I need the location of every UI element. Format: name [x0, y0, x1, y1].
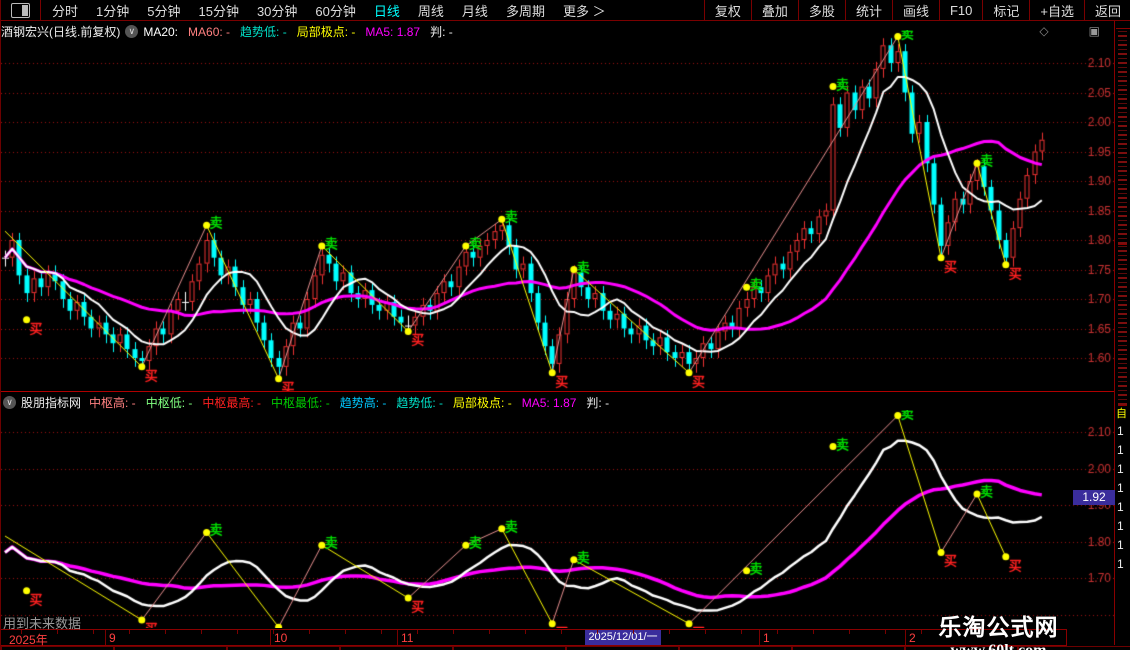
latest-value-badge: 1.92: [1073, 490, 1115, 505]
axis-tick: [273, 630, 274, 634]
month-label-9: 9: [109, 631, 116, 645]
legend-item: 中枢最低: -: [271, 396, 330, 410]
timeframe-tab-60分钟[interactable]: 60分钟: [306, 4, 364, 19]
month-label-1: 1: [763, 631, 770, 645]
month-separator: [397, 630, 398, 645]
sidebar-clipped-digits: 11111111: [1116, 422, 1130, 574]
timeframe-tab-多周期[interactable]: 多周期: [497, 4, 554, 19]
chevron-down-icon[interactable]: ∨: [3, 396, 16, 409]
axis-tick: [129, 630, 130, 634]
sidebar-clipped-label: 自: [1116, 406, 1130, 422]
axis-tick: [705, 630, 706, 634]
diamond-icon[interactable]: ◇: [1039, 24, 1048, 38]
timeframe-tab-周线[interactable]: 周线: [409, 4, 453, 19]
axis-tick: [597, 630, 598, 634]
timeframe-tab-月线[interactable]: 月线: [453, 4, 497, 19]
clipped-text-decoration: [1118, 29, 1127, 245]
timeframe-tab-1分钟[interactable]: 1分钟: [87, 4, 138, 19]
status-cell: [792, 646, 905, 650]
axis-tick: [525, 630, 526, 634]
axis-tick: [237, 630, 238, 634]
axis-tick: [813, 630, 814, 634]
axis-tick: [885, 630, 886, 634]
month-label-10: 10: [274, 631, 287, 645]
month-separator: [105, 630, 106, 645]
toolbar-button-F10[interactable]: F10: [939, 0, 982, 21]
clipped-right-sidebar: 自 11111111: [1116, 28, 1130, 631]
legend-item: MA5: 1.87: [522, 396, 577, 410]
legend-item: 中枢最高: -: [202, 396, 261, 410]
axis-tick: [165, 630, 166, 634]
toolbar-button-+自选[interactable]: +自选: [1029, 0, 1084, 21]
timeframe-tab-分时[interactable]: 分时: [43, 4, 87, 19]
axis-tick: [345, 630, 346, 634]
watermark-url: www.60lt.com: [891, 642, 1106, 650]
axis-tick: [309, 630, 310, 634]
month-label-11: 11: [401, 631, 413, 645]
legend-item: 趋势低: -: [396, 396, 443, 410]
status-cell: [340, 646, 453, 650]
axis-tick: [201, 630, 202, 634]
axis-tick: [453, 630, 454, 634]
panel-toggle-icon[interactable]: ▣: [1089, 24, 1100, 38]
watermark: 乐淘公式网 www.60lt.com: [891, 608, 1106, 650]
axis-tick: [669, 630, 670, 634]
status-cell: [453, 646, 566, 650]
panel-divider[interactable]: [1, 391, 1114, 392]
month-separator: [270, 630, 271, 645]
axis-tick: [489, 630, 490, 634]
main-candlestick-chart[interactable]: [1, 30, 1114, 391]
timeframe-tab-更多 ＞[interactable]: 更多 ＞: [554, 4, 615, 19]
toolbar-button-返回[interactable]: 返回: [1084, 0, 1130, 21]
toolbar-right-buttons: 复权叠加多股统计画线F10标记+自选返回: [704, 0, 1130, 21]
toolbar-button-画线[interactable]: 画线: [892, 0, 939, 21]
toolbar-button-多股[interactable]: 多股: [798, 0, 845, 21]
legend-item: 判: -: [586, 396, 609, 410]
status-cell: [1, 646, 114, 650]
axis-tick: [777, 630, 778, 634]
indicator-chart[interactable]: [1, 410, 1114, 628]
legend-item: 局部极点: -: [453, 396, 512, 410]
indicator-title: 股朋指标网: [21, 394, 81, 411]
legend-corner-icons: ◇ ▣: [1039, 24, 1100, 38]
axis-tick: [93, 630, 94, 634]
axis-tick: [381, 630, 382, 634]
toolbar-divider: [40, 0, 41, 21]
status-cell: [566, 646, 679, 650]
app-window: 分时1分钟5分钟15分钟30分钟60分钟日线周线月线多周期更多 ＞ 复权叠加多股…: [0, 0, 1130, 650]
timeframe-toolbar: 分时1分钟5分钟15分钟30分钟60分钟日线周线月线多周期更多 ＞ 复权叠加多股…: [1, 0, 1130, 21]
future-data-note: 用到未来数据: [3, 613, 81, 632]
timeframe-tab-30分钟[interactable]: 30分钟: [248, 4, 306, 19]
month-separator: [759, 630, 760, 645]
toolbar-button-标记[interactable]: 标记: [982, 0, 1029, 21]
timeframe-tab-15分钟[interactable]: 15分钟: [189, 4, 247, 19]
axis-tick: [417, 630, 418, 634]
axis-tick: [849, 630, 850, 634]
status-cell: [679, 646, 792, 650]
axis-tick: [741, 630, 742, 634]
legend-item: 中枢高: -: [89, 396, 136, 410]
toolbar-button-统计[interactable]: 统计: [845, 0, 892, 21]
watermark-title: 乐淘公式网: [891, 608, 1106, 642]
axis-tick: [561, 630, 562, 634]
timeframe-tab-日线[interactable]: 日线: [365, 4, 409, 19]
status-cell: [227, 646, 340, 650]
axis-tick: [633, 630, 634, 634]
timeframe-tab-5分钟[interactable]: 5分钟: [138, 4, 189, 19]
toolbar-button-复权[interactable]: 复权: [704, 0, 751, 21]
toolbar-button-叠加[interactable]: 叠加: [751, 0, 798, 21]
legend-item: 中枢低: -: [146, 396, 193, 410]
legend-item: 趋势高: -: [340, 396, 387, 410]
clipped-text-decoration: [1118, 245, 1127, 406]
window-panel-icon[interactable]: [11, 3, 30, 18]
sub-legend-values: 中枢高: - 中枢低: - 中枢最高: - 中枢最低: - 趋势高: - 趋势低: - 局部…: [89, 394, 619, 411]
status-cell: [114, 646, 227, 650]
price-axis-line: [1114, 21, 1115, 645]
timeframe-items: 分时1分钟5分钟15分钟30分钟60分钟日线周线月线多周期更多 ＞: [43, 1, 615, 20]
